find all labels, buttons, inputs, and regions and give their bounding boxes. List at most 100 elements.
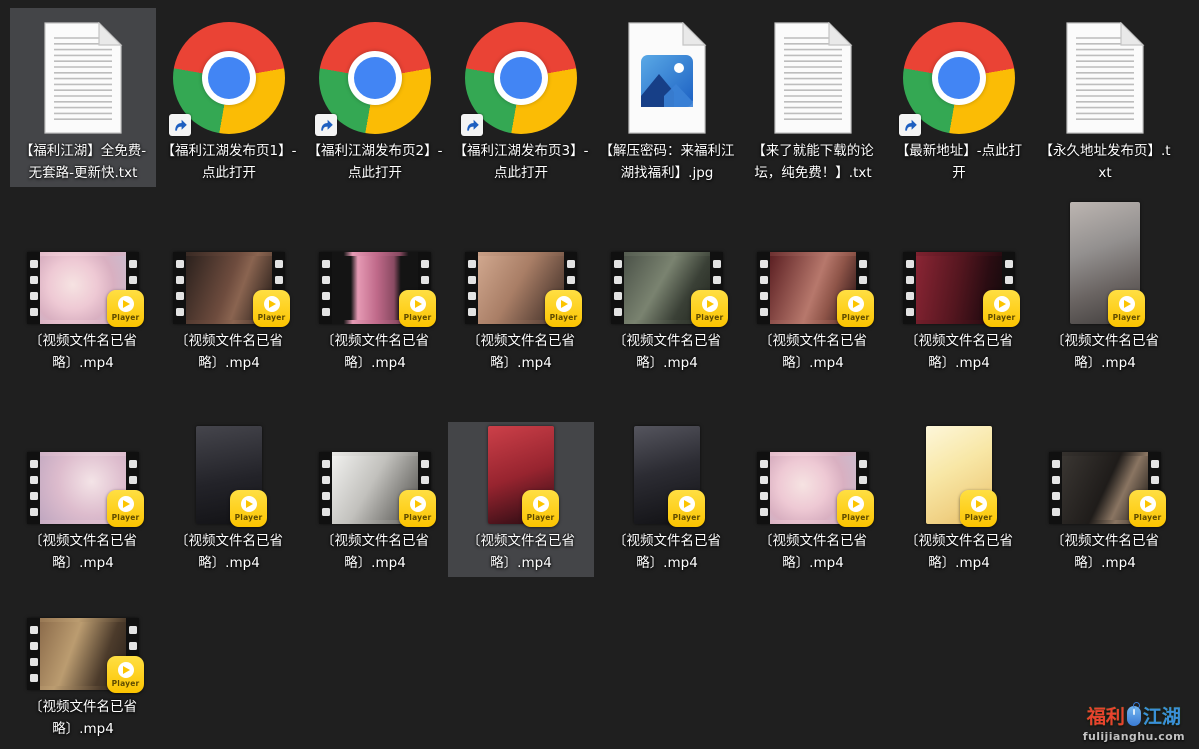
- filmstrip-sprockets: [611, 252, 624, 324]
- item-media: Player: [448, 200, 594, 324]
- item-media: [448, 10, 594, 134]
- item-media: Player: [594, 424, 740, 524]
- play-icon: [410, 296, 426, 312]
- video-thumbnail: Player: [27, 452, 139, 524]
- item-media: Player: [886, 424, 1032, 524]
- file-label: 【最新地址】-点此打开: [890, 141, 1028, 185]
- play-icon: [556, 296, 572, 312]
- video-thumbnail: Player: [903, 252, 1015, 324]
- desktop-item-video[interactable]: Player 〔视频文件名已省略〕.mp4: [302, 422, 448, 577]
- play-icon: [410, 496, 426, 512]
- item-media: Player: [302, 424, 448, 524]
- desktop-item-chrome-shortcut[interactable]: 【福利江湖发布页1】-点此打开: [156, 8, 302, 187]
- chrome-icon: [465, 22, 577, 134]
- desktop-item-video[interactable]: Player 〔视频文件名已省略〕.mp4: [10, 422, 156, 577]
- mouse-icon: [1127, 706, 1141, 726]
- item-media: Player: [10, 200, 156, 324]
- watermark-brand: 福利 江湖: [1083, 702, 1185, 729]
- icon-row: 【福利江湖】全免费-无套路-更新快.txt 【福利江湖发布页1】-点此打开 【福…: [10, 8, 1178, 187]
- player-badge-icon: Player: [107, 490, 144, 527]
- desktop-item-video[interactable]: Player 〔视频文件名已省略〕.mp4: [740, 198, 886, 377]
- item-media: [1032, 10, 1178, 134]
- video-thumbnail: Player: [319, 252, 431, 324]
- item-media: Player: [886, 200, 1032, 324]
- item-media: Player: [740, 200, 886, 324]
- file-label: 〔视频文件名已省略〕.mp4: [160, 331, 298, 375]
- desktop-item-video[interactable]: Player 〔视频文件名已省略〕.mp4: [302, 198, 448, 377]
- filmstrip-sprockets: [173, 252, 186, 324]
- item-media: [302, 10, 448, 134]
- video-thumbnail: Player: [611, 252, 723, 324]
- desktop-item-txt[interactable]: 【福利江湖】全免费-无套路-更新快.txt: [10, 8, 156, 187]
- desktop-item-video[interactable]: Player 〔视频文件名已省略〕.mp4: [594, 198, 740, 377]
- desktop-item-video[interactable]: Player 〔视频文件名已省略〕.mp4: [886, 198, 1032, 377]
- filmstrip-sprockets: [903, 252, 916, 324]
- shortcut-overlay: [169, 114, 191, 136]
- filmstrip-sprockets: [27, 452, 40, 524]
- file-label: 〔视频文件名已省略〕.mp4: [890, 331, 1028, 375]
- video-thumbnail: Player: [173, 252, 285, 324]
- file-label: 〔视频文件名已省略〕.mp4: [160, 531, 298, 575]
- file-label: 【解压密码：来福利江湖找福利】.jpg: [598, 141, 736, 185]
- file-label: 【福利江湖发布页2】-点此打开: [306, 141, 444, 185]
- icon-row: Player 〔视频文件名已省略〕.mp4 Player 〔视频文件名已省略〕.…: [10, 198, 1178, 377]
- file-label: 〔视频文件名已省略〕.mp4: [452, 331, 590, 375]
- item-media: Player: [594, 200, 740, 324]
- item-media: Player: [1032, 424, 1178, 524]
- chrome-icon: [319, 22, 431, 134]
- play-icon: [118, 662, 134, 678]
- item-media: Player: [10, 618, 156, 690]
- text-file-icon: [42, 22, 124, 134]
- desktop-item-video[interactable]: Player 〔视频文件名已省略〕.mp4: [1032, 198, 1178, 377]
- player-badge-icon: Player: [983, 290, 1020, 327]
- shortcut-overlay: [899, 114, 921, 136]
- player-badge-icon: Player: [960, 490, 997, 527]
- file-label: 【福利江湖发布页3】-点此打开: [452, 141, 590, 185]
- desktop: 【福利江湖】全免费-无套路-更新快.txt 【福利江湖发布页1】-点此打开 【福…: [0, 0, 1199, 749]
- item-media: Player: [10, 424, 156, 524]
- text-file-icon: [772, 22, 854, 134]
- desktop-item-video[interactable]: Player 〔视频文件名已省略〕.mp4: [1032, 422, 1178, 577]
- desktop-item-video[interactable]: Player 〔视频文件名已省略〕.mp4: [156, 422, 302, 577]
- play-icon: [702, 296, 718, 312]
- video-thumbnail: Player: [196, 426, 262, 524]
- item-media: [740, 10, 886, 134]
- player-badge-icon: Player: [691, 290, 728, 327]
- desktop-item-txt[interactable]: 【永久地址发布页】.txt: [1032, 8, 1178, 187]
- desktop-item-jpg[interactable]: 【解压密码：来福利江湖找福利】.jpg: [594, 8, 740, 187]
- shortcut-arrow-icon: [172, 117, 188, 133]
- filmstrip-sprockets: [319, 452, 332, 524]
- desktop-item-chrome-shortcut[interactable]: 【最新地址】-点此打开: [886, 8, 1032, 187]
- desktop-item-video[interactable]: Player 〔视频文件名已省略〕.mp4: [156, 198, 302, 377]
- file-label: 〔视频文件名已省略〕.mp4: [14, 531, 152, 575]
- desktop-item-video[interactable]: Player 〔视频文件名已省略〕.mp4: [740, 422, 886, 577]
- player-badge-icon: Player: [399, 490, 436, 527]
- desktop-item-video[interactable]: Player 〔视频文件名已省略〕.mp4: [886, 422, 1032, 577]
- desktop-item-video[interactable]: Player 〔视频文件名已省略〕.mp4: [10, 198, 156, 377]
- desktop-item-chrome-shortcut[interactable]: 【福利江湖发布页2】-点此打开: [302, 8, 448, 187]
- item-media: Player: [156, 424, 302, 524]
- desktop-item-video[interactable]: Player 〔视频文件名已省略〕.mp4: [448, 198, 594, 377]
- desktop-item-video[interactable]: Player 〔视频文件名已省略〕.mp4: [594, 422, 740, 577]
- player-badge-icon: Player: [399, 290, 436, 327]
- file-label: 〔视频文件名已省略〕.mp4: [1036, 531, 1174, 575]
- filmstrip-sprockets: [757, 252, 770, 324]
- file-label: 〔视频文件名已省略〕.mp4: [452, 531, 590, 575]
- item-media: [10, 10, 156, 134]
- desktop-item-video[interactable]: Player 〔视频文件名已省略〕.mp4: [10, 616, 156, 743]
- player-badge-icon: Player: [1129, 490, 1166, 527]
- video-thumbnail: Player: [634, 426, 700, 524]
- shortcut-overlay: [461, 114, 483, 136]
- item-media: Player: [1032, 200, 1178, 324]
- player-badge-icon: Player: [107, 656, 144, 693]
- video-thumbnail: Player: [926, 426, 992, 524]
- desktop-item-video[interactable]: Player 〔视频文件名已省略〕.mp4: [448, 422, 594, 577]
- shortcut-arrow-icon: [902, 117, 918, 133]
- player-badge-icon: Player: [230, 490, 267, 527]
- filmstrip-sprockets: [319, 252, 332, 324]
- desktop-item-txt[interactable]: 【来了就能下载的论坛，纯免费！】.txt: [740, 8, 886, 187]
- file-label: 〔视频文件名已省略〕.mp4: [1036, 331, 1174, 375]
- video-thumbnail: Player: [1049, 452, 1161, 524]
- image-file-icon: [626, 22, 708, 134]
- desktop-item-chrome-shortcut[interactable]: 【福利江湖发布页3】-点此打开: [448, 8, 594, 187]
